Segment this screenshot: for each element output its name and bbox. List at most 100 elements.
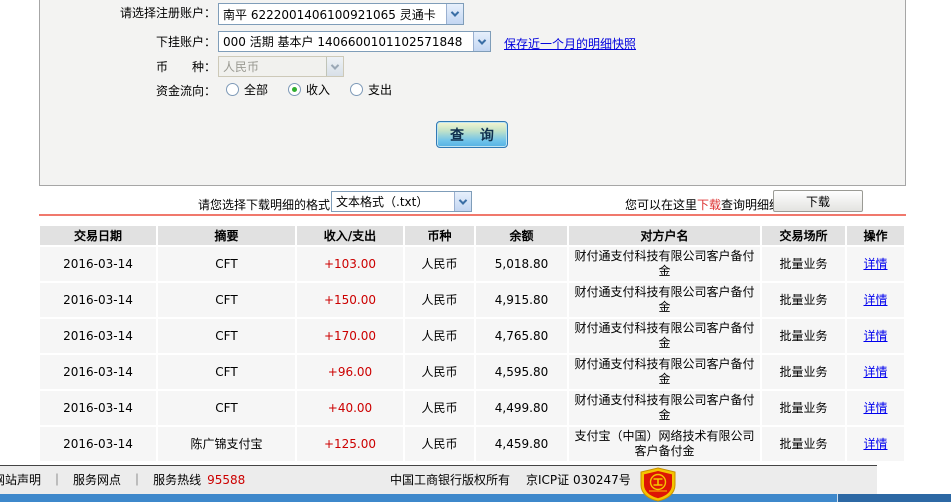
table-row: 2016-03-14 CFT +96.00 人民币 4,595.80 财付通支付科技有限公… [40,355,904,389]
cell-balance: 4,765.80 [476,319,567,353]
detail-link[interactable]: 详情 [863,329,887,343]
cell-venue: 批量业务 [762,391,845,425]
cell-counterparty: 财付通支付科技有限公司客户备付金 [569,283,760,317]
site-statement-link[interactable]: 网站声明 [0,473,41,487]
radio-icon[interactable] [226,83,239,96]
query-button[interactable]: 查 询 [436,121,508,148]
download-button[interactable]: 下载 [773,190,863,212]
download-format-label: 请您选择下载明细的格式 [198,198,331,212]
cell-amount: +150.00 [297,283,403,317]
cell-currency: 人民币 [405,391,474,425]
header-action: 操作 [847,226,904,245]
radio-label: 收入 [306,83,331,97]
hotline-number: 95588 [207,473,246,487]
table-row: 2016-03-14 CFT +40.00 人民币 4,499.80 财付通支付科技有限公… [40,391,904,425]
cell-action: 详情 [847,319,904,353]
cell-amount: +96.00 [297,355,403,389]
radio-option-all[interactable]: 全部 [226,81,268,98]
cell-venue: 批量业务 [762,319,845,353]
cell-currency: 人民币 [405,319,474,353]
chevron-glyph [450,8,460,17]
separator: ｜ [131,473,144,487]
footer-links: 网站声明 ｜ 服务网点 ｜ 服务热线 95588 [0,466,245,494]
cell-counterparty: 支付宝（中国）网络技术有限公司客户备付金 [569,427,760,461]
cell-currency: 人民币 [405,247,474,281]
cell-venue: 批量业务 [762,355,845,389]
header-summary: 摘要 [158,226,295,245]
radio-option-income[interactable]: 收入 [288,81,330,98]
cell-action: 详情 [847,283,904,317]
cell-balance: 4,595.80 [476,355,567,389]
table-row: 2016-03-14 CFT +170.00 人民币 4,765.80 财付通支付科技有限… [40,319,904,353]
chevron-down-icon[interactable] [473,32,490,51]
register-account-value: 南平 6222001406100921065 灵通卡 [223,7,436,22]
download-hint-prefix: 您可以在这里 [625,198,698,212]
cell-currency: 人民币 [405,355,474,389]
cell-action: 详情 [847,247,904,281]
query-form-panel: 请选择注册账户： 南平 6222001406100921065 灵通卡 下挂账户… [39,0,906,186]
detail-link[interactable]: 详情 [863,437,887,451]
header-date: 交易日期 [40,226,156,245]
radio-label: 全部 [244,83,269,97]
header-balance: 余额 [476,226,567,245]
flow-direction-label: 资金流向： [155,84,216,98]
download-format-value: 文本格式（.txt） [336,195,429,209]
service-outlets-link[interactable]: 服务网点 [73,473,121,487]
chevron-down-icon [326,57,343,76]
table-header-row: 交易日期 摘要 收入/支出 币种 余额 对方户名 交易场所 操作 [40,226,904,245]
detail-link[interactable]: 详情 [863,401,887,415]
download-format-select[interactable]: 文本格式（.txt） [331,191,472,212]
radio-icon[interactable] [288,83,302,96]
chevron-down-icon[interactable] [454,192,471,211]
cell-venue: 批量业务 [762,247,845,281]
cell-balance: 4,499.80 [476,391,567,425]
download-inline-link[interactable]: 下载 [697,198,721,212]
footer: 网站声明 ｜ 服务网点 ｜ 服务热线 95588 中国工商银行版权所有 京ICP证 0302… [0,465,877,494]
cell-amount: +40.00 [297,391,403,425]
table-row: 2016-03-14 陈广锦支付宝 +125.00 人民币 4,459.80 支付宝（中国… [40,427,904,461]
cell-summary: CFT [158,391,295,425]
chevron-glyph [458,195,468,205]
currency-select: 人民币 [218,56,344,77]
icbc-transaction-detail-page: 请选择注册账户： 南平 6222001406100921065 灵通卡 下挂账户… [0,0,951,502]
chevron-down-icon[interactable] [446,4,463,24]
cell-date: 2016-03-14 [40,319,156,353]
cell-action: 详情 [847,427,904,461]
cell-date: 2016-03-14 [40,247,156,281]
download-hint: 您可以在这里下载查询明细结果 [625,196,793,213]
detail-link[interactable]: 详情 [863,365,887,379]
cell-action: 详情 [847,391,904,425]
header-amount: 收入/支出 [297,226,403,245]
cell-summary: CFT [158,355,295,389]
divider-line [39,214,906,216]
register-account-label: 请选择注册账户： [119,6,216,20]
security-badge-icon[interactable] [637,467,679,502]
currency-value: 人民币 [223,60,260,74]
transaction-table: 交易日期 摘要 收入/支出 币种 余额 对方户名 交易场所 操作 2016-03… [38,224,906,463]
cell-balance: 4,459.80 [476,427,567,461]
radio-option-expense[interactable]: 支出 [350,81,392,98]
cell-date: 2016-03-14 [40,355,156,389]
sub-account-value: 000 活期 基本户 1406600101102571848 [223,35,463,49]
cell-summary: CFT [158,283,295,317]
detail-link[interactable]: 详情 [863,293,887,307]
cell-amount: +125.00 [297,427,403,461]
chevron-glyph [330,60,340,70]
header-venue: 交易场所 [762,226,845,245]
register-account-select[interactable]: 南平 6222001406100921065 灵通卡 [218,3,464,25]
cell-amount: +103.00 [297,247,403,281]
cell-counterparty: 财付通支付科技有限公司客户备付金 [569,355,760,389]
sub-account-select[interactable]: 000 活期 基本户 1406600101102571848 [218,31,491,52]
cell-counterparty: 财付通支付科技有限公司客户备付金 [569,247,760,281]
cell-venue: 批量业务 [762,427,845,461]
cell-summary: 陈广锦支付宝 [158,427,295,461]
radio-icon[interactable] [350,83,364,96]
radio-label: 支出 [368,83,393,97]
copyright-text: 中国工商银行版权所有 [390,473,511,487]
detail-link[interactable]: 详情 [863,257,887,271]
icp-number: 京ICP证 030247号 [526,473,631,487]
cell-currency: 人民币 [405,283,474,317]
chevron-glyph [477,35,487,45]
save-snapshot-link[interactable]: 保存近一个月的明细快照 [504,35,636,52]
cell-currency: 人民币 [405,427,474,461]
